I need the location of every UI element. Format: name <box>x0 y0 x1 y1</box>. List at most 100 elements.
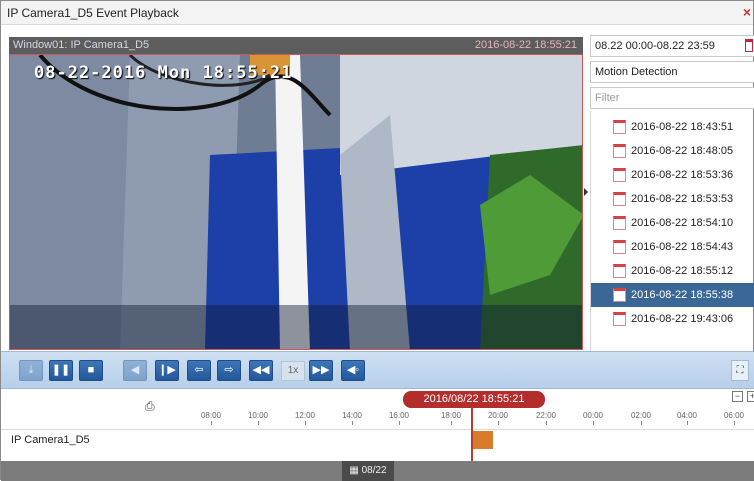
timeline-tick-label: 10:00 <box>247 411 269 420</box>
timeline-tick-mark <box>734 421 735 425</box>
event-item-label: 2016-08-22 18:55:38 <box>631 289 734 301</box>
camera-track[interactable]: IP Camera1_D5 <box>1 429 754 449</box>
pause-icon: ❚❚ <box>51 364 71 376</box>
event-item[interactable]: 2016-08-22 19:43:06 <box>591 307 754 331</box>
fast-button[interactable]: ▶▶ <box>309 360 333 381</box>
filter-input[interactable]: Filter <box>590 87 754 109</box>
time-range-value: 08.22 00:00-08.22 23:59 <box>595 40 715 52</box>
event-item[interactable]: 2016-08-22 18:43:51 <box>591 115 754 139</box>
timeline-tick-label: 20:00 <box>487 411 509 420</box>
event-file-icon <box>613 192 626 206</box>
timeline-tick-label: 00:00 <box>582 411 604 420</box>
event-item[interactable]: 2016-08-22 18:53:36 <box>591 163 754 187</box>
timeline-tick-label: 18:00 <box>440 411 462 420</box>
event-file-icon <box>613 240 626 254</box>
close-icon[interactable]: × <box>743 4 751 20</box>
stop-button[interactable]: ■ <box>79 360 103 381</box>
fullscreen-icon: ⛶ <box>736 365 744 376</box>
event-item-label: 2016-08-22 18:48:05 <box>631 145 734 157</box>
timeline-tick-mark <box>352 421 353 425</box>
window-title: IP Camera1_D5 Event Playback <box>7 6 179 20</box>
timeline-tick-mark <box>546 421 547 425</box>
timeline-tick-mark <box>211 421 212 425</box>
timeline-tick-label: 04:00 <box>676 411 698 420</box>
timeline-tick-mark <box>451 421 452 425</box>
date-band: ▦ 08/22 <box>1 461 754 481</box>
timeline-tick-mark <box>498 421 499 425</box>
speed-indicator: 1x <box>281 361 305 381</box>
timeline-tick-label: 14:00 <box>341 411 363 420</box>
timeline-tick-mark <box>593 421 594 425</box>
video-window-header: Window01: IP Camera1_D5 2016-08-22 18:55… <box>9 37 583 54</box>
event-item-selected[interactable]: 2016-08-22 18:55:38 <box>591 283 754 307</box>
video-frame[interactable]: 08-22-2016 Mon 18:55:21 <box>9 54 583 350</box>
download-button[interactable]: ⤓ <box>19 360 43 381</box>
track-label: IP Camera1_D5 <box>11 434 90 446</box>
video-osd-timestamp: 08-22-2016 Mon 18:55:21 <box>34 63 293 83</box>
event-item-label: 2016-08-22 19:43:06 <box>631 313 734 325</box>
collapse-sidebar-icon[interactable] <box>584 188 588 196</box>
next-icon: ⇨ <box>224 364 234 376</box>
event-item[interactable]: 2016-08-22 18:48:05 <box>591 139 754 163</box>
prev-icon: ⇦ <box>194 364 204 376</box>
timeline[interactable]: ⎙ 2016/08/22 18:55:21 − + 08:00 10:00 12… <box>1 389 754 461</box>
event-list: 2016-08-22 18:43:51 2016-08-22 18:48:05 … <box>590 111 754 351</box>
filter-placeholder: Filter <box>595 92 620 104</box>
event-file-icon <box>613 168 626 182</box>
timeline-tick-mark <box>399 421 400 425</box>
calendar-icon[interactable] <box>745 39 753 52</box>
event-item[interactable]: 2016-08-22 18:54:10 <box>591 211 754 235</box>
reverse-button[interactable]: ◀ <box>123 360 147 381</box>
timeline-tick-label: 16:00 <box>388 411 410 420</box>
zoom-out-button[interactable]: − <box>732 391 743 402</box>
recording-segment[interactable] <box>473 431 493 449</box>
next-button[interactable]: ⇨ <box>217 360 241 381</box>
export-clip-icon[interactable]: ⎙ <box>145 399 155 414</box>
reverse-icon: ◀ <box>130 364 140 376</box>
prev-button[interactable]: ⇦ <box>187 360 211 381</box>
stop-icon: ■ <box>87 364 95 376</box>
timeline-tick-mark <box>305 421 306 425</box>
event-item-label: 2016-08-22 18:53:36 <box>631 169 734 181</box>
single-frame-button[interactable]: ❙▶ <box>155 360 179 381</box>
event-type-select[interactable]: Motion Detection <box>590 61 754 83</box>
timeline-tick-mark <box>258 421 259 425</box>
time-range-field[interactable]: 08.22 00:00-08.22 23:59 <box>590 35 754 57</box>
playback-window: IP Camera1_D5 Event Playback × Window01:… <box>0 0 754 481</box>
event-sidebar: 08.22 00:00-08.22 23:59 Motion Detection… <box>590 35 754 351</box>
slow-icon: ◀◀ <box>252 364 270 376</box>
download-icon: ⤓ <box>28 364 34 376</box>
zoom-in-button[interactable]: + <box>747 391 754 402</box>
event-item-label: 2016-08-22 18:54:10 <box>631 217 734 229</box>
video-window-time: 2016-08-22 18:55:21 <box>474 39 577 51</box>
playback-cursor[interactable] <box>471 407 473 461</box>
event-item-label: 2016-08-22 18:55:12 <box>631 265 734 277</box>
event-item[interactable]: 2016-08-22 18:54:43 <box>591 235 754 259</box>
timeline-tick-label: 22:00 <box>535 411 557 420</box>
timeline-tick-mark <box>641 421 642 425</box>
timeline-tick-label: 08:00 <box>200 411 222 420</box>
pause-button[interactable]: ❚❚ <box>49 360 73 381</box>
event-file-icon <box>613 264 626 278</box>
timeline-tick-label: 06:00 <box>723 411 745 420</box>
event-item[interactable]: 2016-08-22 18:55:12 <box>591 259 754 283</box>
event-type-value: Motion Detection <box>595 66 678 78</box>
audio-icon: ◀◦ <box>346 364 360 376</box>
fast-icon: ▶▶ <box>312 364 330 376</box>
date-selector[interactable]: ▦ 08/22 <box>342 461 394 481</box>
event-item[interactable]: 2016-08-22 18:53:53 <box>591 187 754 211</box>
single-frame-icon: ❙▶ <box>158 364 176 376</box>
fullscreen-button[interactable]: ⛶ <box>731 360 749 381</box>
slow-button[interactable]: ◀◀ <box>249 360 273 381</box>
timeline-tick-label: 12:00 <box>294 411 316 420</box>
calendar-small-icon: ▦ <box>349 465 359 476</box>
event-file-icon <box>613 312 626 326</box>
audio-button[interactable]: ◀◦ <box>341 360 365 381</box>
event-item-label: 2016-08-22 18:43:51 <box>631 121 734 133</box>
event-item-label: 2016-08-22 18:53:53 <box>631 193 734 205</box>
event-file-icon <box>613 216 626 230</box>
playback-toolbar: ⤓ ❚❚ ■ ◀ ❙▶ ⇦ ⇨ ◀◀ 1x ▶▶ ◀◦ ⛶ <box>1 351 754 389</box>
event-file-icon <box>613 120 626 134</box>
event-file-icon <box>613 288 626 302</box>
date-label: 08/22 <box>361 465 387 476</box>
